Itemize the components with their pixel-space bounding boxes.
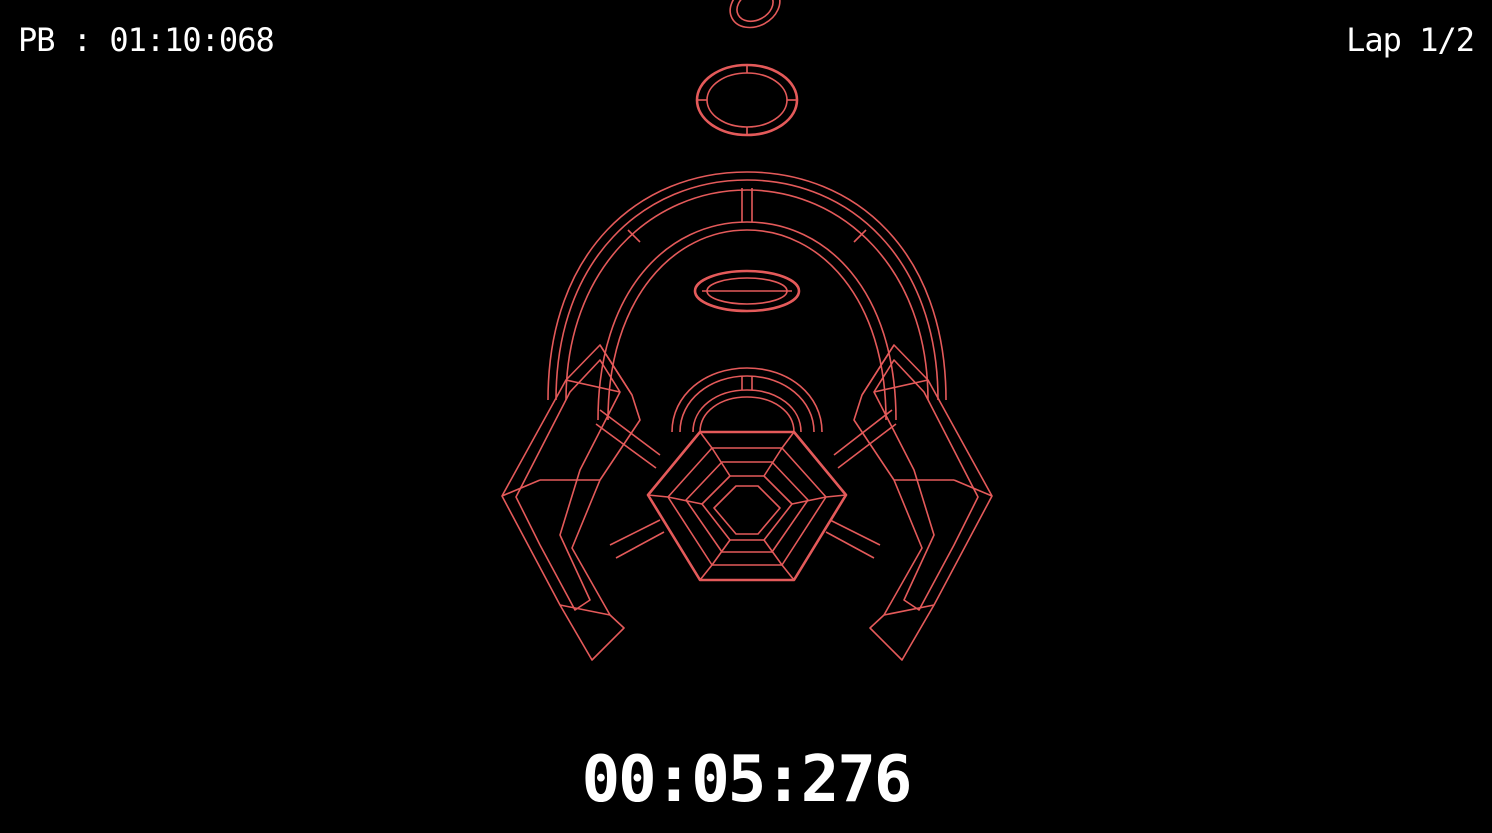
arch-gate [671, 367, 823, 433]
personal-best-time: PB : 01:10:068 [18, 21, 275, 59]
game-viewport[interactable]: PB : 01:10:068 Lap 1/2 00:05:276 [0, 0, 1492, 833]
near-ring [695, 63, 799, 137]
tunnel-arch [547, 171, 947, 421]
lap-counter: Lap 1/2 [1346, 21, 1475, 59]
race-timer: 00:05:276 [581, 743, 913, 817]
player-ship [501, 344, 993, 661]
track-scene [501, 0, 993, 661]
inner-ring [693, 269, 801, 313]
far-ring [729, 0, 781, 29]
